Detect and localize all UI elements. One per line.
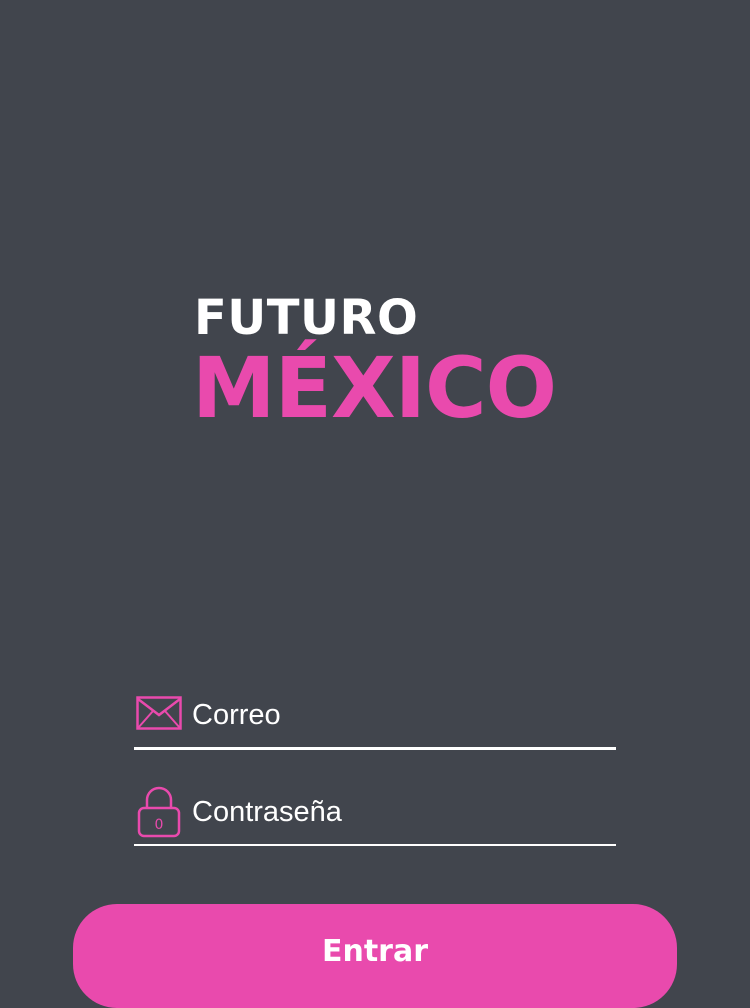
login-button-label: Entrar [321, 934, 429, 969]
email-placeholder: Correo [192, 699, 281, 731]
svg-text:0: 0 [155, 817, 164, 833]
envelope-icon [136, 696, 182, 730]
logo-line-futuro: FUTURO [194, 290, 419, 346]
password-field[interactable]: 0 Contraseña [134, 784, 616, 846]
email-underline [134, 747, 616, 750]
app-logo: FUTURO MÉXICO [192, 290, 574, 442]
login-button[interactable]: Entrar [73, 904, 677, 1008]
lock-icon: 0 [136, 786, 182, 838]
password-underline [134, 844, 616, 846]
logo-line-mexico: MÉXICO [192, 339, 557, 437]
login-screen: FUTURO MÉXICO Correo 0 Contraseña Entrar [0, 0, 750, 1008]
password-placeholder: Contraseña [192, 796, 342, 828]
email-field[interactable]: Correo [134, 690, 616, 750]
